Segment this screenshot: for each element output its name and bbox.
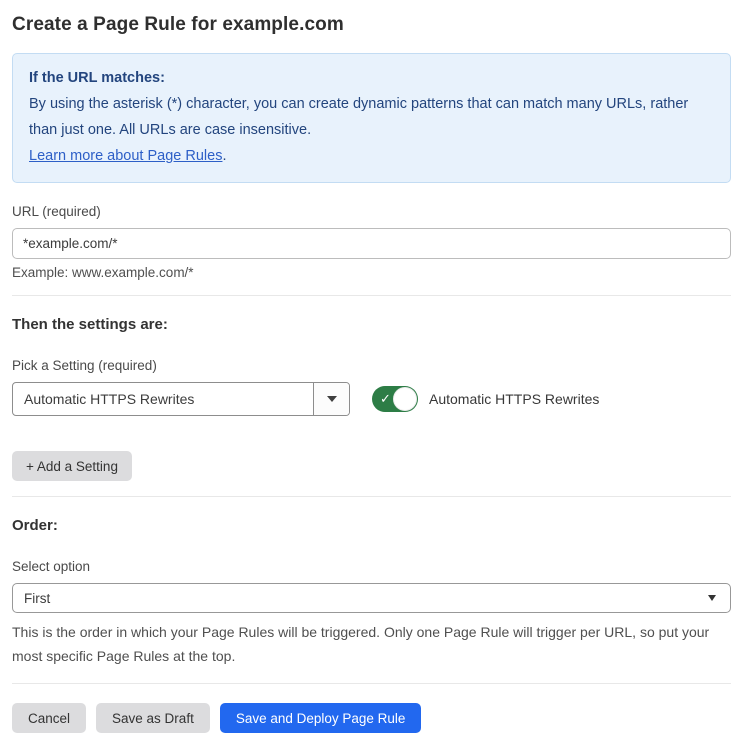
toggle-wrap: ✓ Automatic HTTPS Rewrites <box>372 386 599 412</box>
save-draft-button[interactable]: Save as Draft <box>96 703 210 733</box>
order-section-heading: Order: <box>12 517 58 534</box>
url-helper-text: Example: www.example.com/* <box>12 265 194 280</box>
url-input[interactable] <box>12 228 731 259</box>
setting-select[interactable]: Automatic HTTPS Rewrites <box>12 382 350 416</box>
check-icon: ✓ <box>380 391 391 407</box>
divider <box>12 295 731 296</box>
divider <box>12 683 731 684</box>
link-suffix: . <box>222 148 227 164</box>
order-helper-text: This is the order in which your Page Rul… <box>12 624 710 664</box>
add-setting-button[interactable]: + Add a Setting <box>12 451 132 481</box>
divider <box>12 496 731 497</box>
setting-select-dropdown-button[interactable] <box>313 383 349 415</box>
cancel-button[interactable]: Cancel <box>12 703 87 733</box>
url-field-label: URL (required) <box>12 204 101 219</box>
save-deploy-button[interactable]: Save and Deploy Page Rule <box>219 703 422 733</box>
caret-down-icon <box>326 396 337 402</box>
settings-section-heading: Then the settings are: <box>12 316 168 333</box>
setting-row: Automatic HTTPS Rewrites ✓ Automatic HTT… <box>12 382 731 416</box>
create-page-rule-form: Create a Page Rule for example.com If th… <box>0 0 743 733</box>
https-rewrites-toggle[interactable]: ✓ <box>372 386 418 412</box>
order-select-label: Select option <box>12 559 91 574</box>
learn-more-link[interactable]: Learn more about Page Rules <box>29 148 222 164</box>
caret-down-icon <box>708 595 716 601</box>
info-box-heading: If the URL matches: <box>29 70 165 86</box>
page-title: Create a Page Rule for example.com <box>12 14 344 35</box>
pick-setting-label: Pick a Setting (required) <box>12 358 157 373</box>
footer-actions: Cancel Save as Draft Save and Deploy Pag… <box>12 703 731 733</box>
order-select-value: First <box>24 590 51 606</box>
setting-select-value: Automatic HTTPS Rewrites <box>24 391 195 407</box>
url-matches-info-box: If the URL matches: By using the asteris… <box>12 53 731 183</box>
info-box-body: By using the asterisk (*) character, you… <box>29 96 689 138</box>
toggle-knob <box>393 387 417 411</box>
order-select[interactable]: First <box>12 583 731 613</box>
toggle-label: Automatic HTTPS Rewrites <box>429 391 600 407</box>
